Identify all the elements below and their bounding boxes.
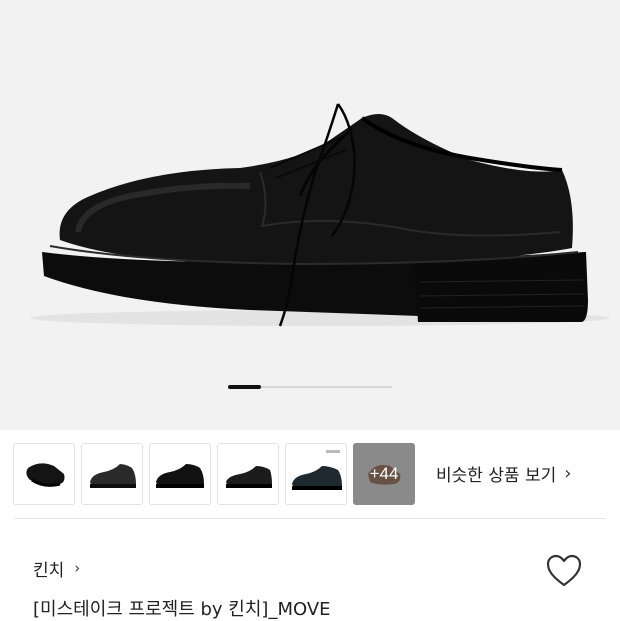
- shoe-thumbnail-icon: [150, 444, 210, 504]
- thumbnail-more[interactable]: +44: [353, 443, 415, 505]
- shoe-thumbnail-icon: [82, 444, 142, 504]
- brand-name: 킨치: [33, 560, 65, 581]
- thumbnail-2[interactable]: [81, 443, 143, 505]
- product-title: [미스테이크 프로젝트 by 킨치]_MOVE: [33, 599, 331, 620]
- shoe-thumbnail-icon: [14, 444, 74, 504]
- shoe-thumbnail-icon: [218, 444, 278, 504]
- divider: [14, 518, 606, 519]
- slide-indicator: [228, 385, 392, 389]
- chevron-right-icon: ›: [564, 462, 572, 484]
- thumbnail-5[interactable]: [285, 443, 347, 505]
- slide-indicator-active: [228, 385, 261, 389]
- similar-products-label: 비슷한 상품 보기: [436, 465, 557, 486]
- chevron-right-icon: ›: [74, 559, 81, 577]
- product-hero-image[interactable]: [0, 0, 620, 430]
- shoe-illustration: [30, 103, 610, 327]
- wishlist-heart-icon[interactable]: [545, 553, 583, 589]
- thumbnail-1[interactable]: [13, 443, 75, 505]
- thumbnail-3[interactable]: [149, 443, 211, 505]
- thumbnail-4[interactable]: [217, 443, 279, 505]
- shoe-thumbnail-icon: [286, 444, 346, 504]
- brand-link[interactable]: 킨치 ›: [33, 554, 80, 582]
- similar-products-link[interactable]: 비슷한 상품 보기 ›: [436, 458, 572, 488]
- more-thumbnails-count: +44: [369, 464, 399, 483]
